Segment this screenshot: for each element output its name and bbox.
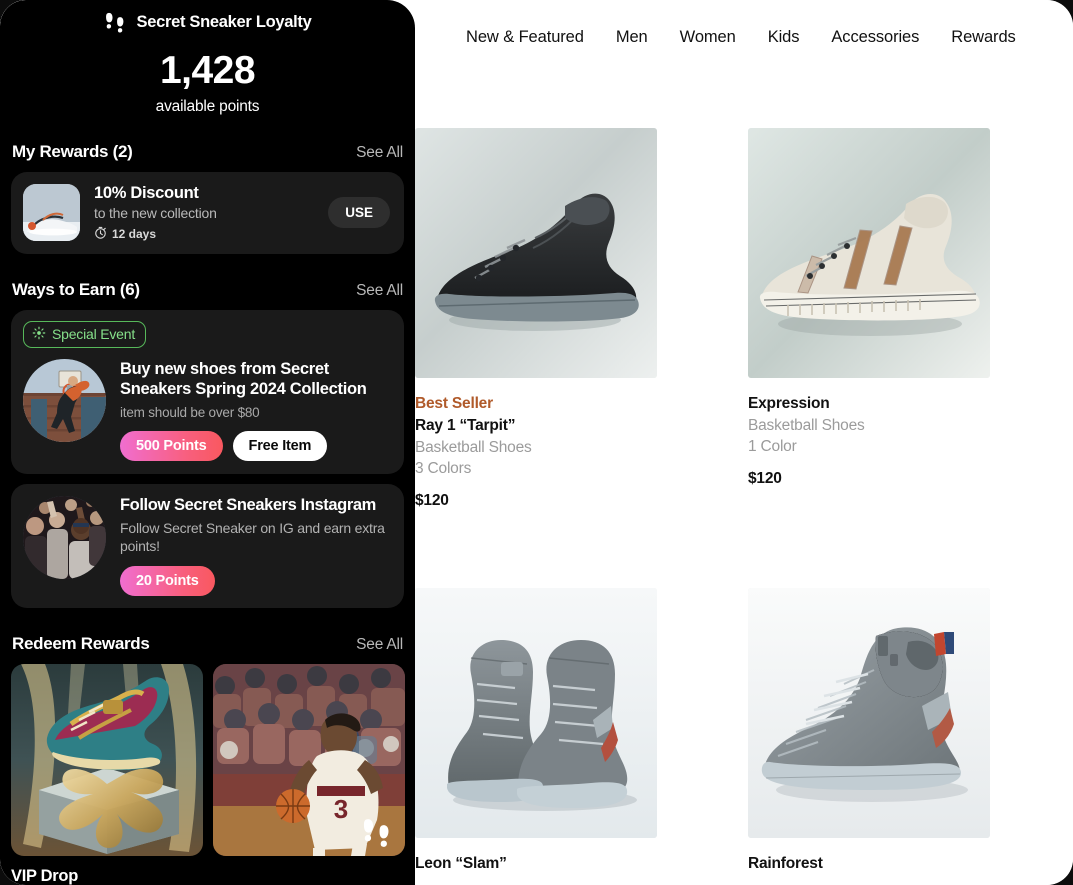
nav-item-kids[interactable]: Kids xyxy=(768,28,800,47)
product-name: Expression xyxy=(748,395,830,412)
nav-item-rewards[interactable]: Rewards xyxy=(951,28,1016,47)
points-summary: 1,428 available points xyxy=(0,49,415,116)
redeem-rewards-title: Redeem Rewards xyxy=(12,633,150,653)
product-meta: Best Seller Ray 1 “Tarpit” Basketball Sh… xyxy=(415,378,657,510)
product-image-cream-striped-sneaker[interactable] xyxy=(748,128,990,378)
redeem-rewards-section-header: Redeem Rewards See All xyxy=(0,634,415,654)
product-name: Ray 1 “Tarpit” xyxy=(415,417,516,434)
product-card[interactable]: Leon “Slam” xyxy=(415,588,657,877)
product-price: $120 xyxy=(748,470,782,487)
product-row: Best Seller Ray 1 “Tarpit” Basketball Sh… xyxy=(415,128,1015,510)
reward-texts: 10% Discount to the new collection 12 da… xyxy=(94,184,314,242)
my-rewards-see-all-link[interactable]: See All xyxy=(356,144,403,162)
loyalty-brand-title: Secret Sneaker Loyalty xyxy=(136,12,312,31)
use-reward-button[interactable]: USE xyxy=(328,197,390,229)
special-event-body: Buy new shoes from Secret Sneakers Sprin… xyxy=(23,358,392,461)
redeem-tile-basketball[interactable]: 3 xyxy=(213,663,405,885)
product-tag-best-seller: Best Seller xyxy=(415,395,493,412)
product-image-black-low-top-sneaker[interactable] xyxy=(415,128,657,378)
product-image-gray-high-top-single[interactable] xyxy=(748,588,990,838)
my-rewards-title: My Rewards (2) xyxy=(12,141,133,161)
product-name: Leon “Slam” xyxy=(415,855,507,872)
reward-subtitle: to the new collection xyxy=(94,204,217,221)
ways-to-earn-section-header: Ways to Earn (6) See All xyxy=(0,280,415,300)
svg-text:3: 3 xyxy=(334,794,348,824)
instagram-thumbnail xyxy=(23,495,106,579)
loyalty-panel: Secret Sneaker Loyalty 1,428 available p… xyxy=(0,0,415,885)
event-points-chip[interactable]: 500 Points xyxy=(120,430,223,461)
instagram-task-title: Follow Secret Sneakers Instagram xyxy=(120,495,376,514)
reward-card-10-percent-discount[interactable]: 10% Discount to the new collection 12 da… xyxy=(11,171,404,254)
redeem-tiles: VIP Drop exclusive to our most level xyxy=(0,663,415,885)
sparkle-icon xyxy=(32,326,46,343)
product-card[interactable]: Expression Basketball Shoes 1 Color $120 xyxy=(748,128,990,510)
event-reward-chip[interactable]: Free Item xyxy=(232,430,328,461)
product-image-gray-high-top-pair[interactable] xyxy=(415,588,657,838)
special-event-chips: 500 Points Free Item xyxy=(120,430,392,461)
product-price: $120 xyxy=(415,492,449,509)
reward-thumbnail xyxy=(23,184,80,242)
instagram-points-chip[interactable]: 20 Points xyxy=(120,565,215,596)
instagram-task-card[interactable]: Follow Secret Sneakers Instagram Follow … xyxy=(11,483,404,608)
product-colors: 3 Colors xyxy=(415,460,472,477)
ways-to-earn-see-all-link[interactable]: See All xyxy=(356,282,403,300)
product-row: Leon “Slam” Rainforest xyxy=(415,588,1015,877)
special-event-subtitle: item should be over $80 xyxy=(120,404,260,420)
instagram-texts: Follow Secret Sneakers Instagram Follow … xyxy=(120,496,392,596)
app-window: New & Featured Men Women Kids Accessorie… xyxy=(0,0,1073,885)
footprint-watermark-icon xyxy=(361,816,395,848)
ways-to-earn-title: Ways to Earn (6) xyxy=(12,279,140,299)
loyalty-header: Secret Sneaker Loyalty xyxy=(0,0,415,33)
product-colors: 1 Color xyxy=(748,438,797,455)
product-meta: Leon “Slam” xyxy=(415,838,657,873)
product-grid: Best Seller Ray 1 “Tarpit” Basketball Sh… xyxy=(415,128,1015,877)
special-event-thumbnail xyxy=(23,358,106,442)
product-meta: Expression Basketball Shoes 1 Color $120 xyxy=(748,378,990,488)
special-event-texts: Buy new shoes from Secret Sneakers Sprin… xyxy=(120,359,392,461)
product-card[interactable]: Rainforest xyxy=(748,588,990,877)
redeem-tile-vip-drop[interactable]: VIP Drop exclusive to our most level xyxy=(11,663,203,885)
special-event-card[interactable]: Special Event Buy new shoes from Secret … xyxy=(11,309,404,474)
reward-expiry: 12 days xyxy=(94,226,314,242)
product-card[interactable]: Best Seller Ray 1 “Tarpit” Basketball Sh… xyxy=(415,128,657,510)
product-meta: Rainforest xyxy=(748,838,990,873)
stopwatch-icon xyxy=(94,226,107,242)
instagram-task-subtitle: Follow Secret Sneaker on IG and earn ext… xyxy=(120,519,385,554)
product-category: Basketball Shoes xyxy=(748,417,865,434)
nav-item-men[interactable]: Men xyxy=(616,28,648,47)
available-points-value: 1,428 xyxy=(159,49,256,92)
special-event-title: Buy new shoes from Secret Sneakers Sprin… xyxy=(120,359,367,399)
available-points-label: available points xyxy=(155,97,260,115)
redeem-tile-name: VIP Drop xyxy=(11,866,78,885)
reward-expiry-text: 12 days xyxy=(112,226,157,241)
footprint-logo-icon xyxy=(104,11,128,33)
nav-item-women[interactable]: Women xyxy=(680,28,736,47)
reward-title: 10% Discount xyxy=(94,183,199,202)
redeem-tile-image-gift-box-sneaker[interactable] xyxy=(11,663,203,856)
redeem-tile-image-basketball-player[interactable]: 3 xyxy=(213,663,405,856)
product-category: Basketball Shoes xyxy=(415,439,532,456)
redeem-rewards-see-all-link[interactable]: See All xyxy=(356,636,403,654)
nav-item-accessories[interactable]: Accessories xyxy=(831,28,919,47)
product-name: Rainforest xyxy=(748,855,823,872)
my-rewards-section-header: My Rewards (2) See All xyxy=(0,142,415,162)
instagram-chips: 20 Points xyxy=(120,565,392,596)
special-event-badge-label: Special Event xyxy=(52,326,136,343)
nav-item-new-featured[interactable]: New & Featured xyxy=(466,28,584,47)
special-event-badge: Special Event xyxy=(23,320,147,348)
